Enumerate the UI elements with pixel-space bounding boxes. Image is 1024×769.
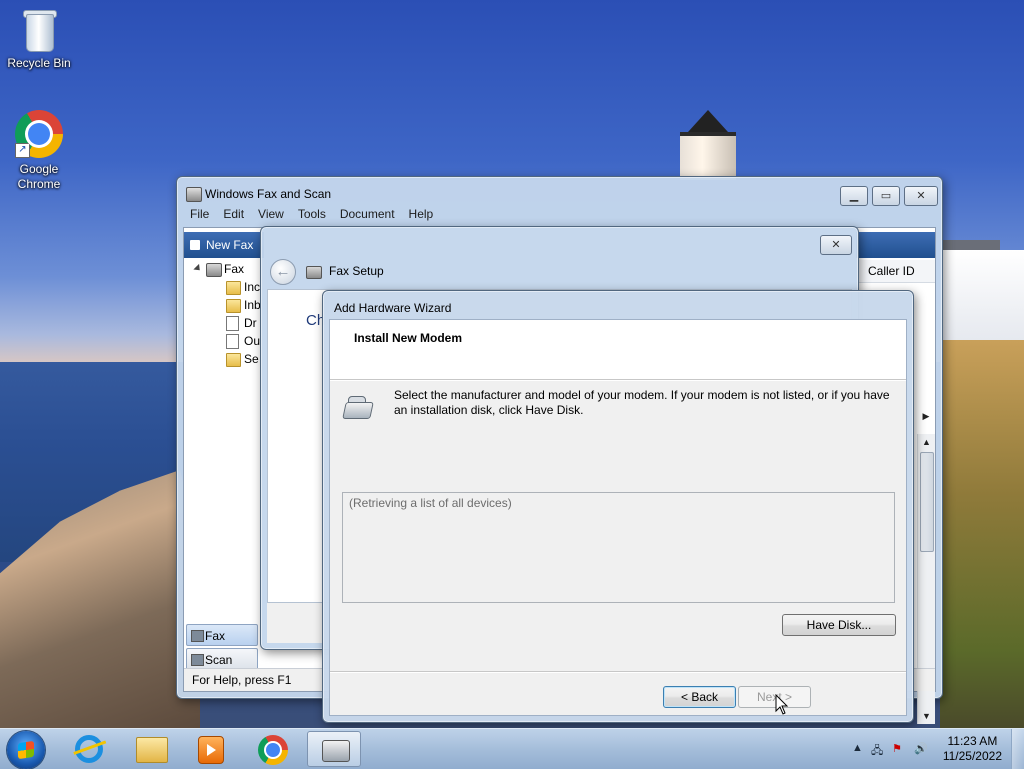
wizard-title: Add Hardware Wizard (334, 301, 452, 315)
media-player-icon (198, 736, 224, 764)
menu-edit[interactable]: Edit (216, 205, 251, 221)
minimize-button[interactable]: ▁ (840, 186, 868, 206)
action-center-flag-icon[interactable]: ⚑ (892, 742, 902, 755)
fax-and-scan-icon (322, 740, 350, 762)
menu-document[interactable]: Document (333, 205, 402, 221)
wizard-header: Install New Modem (330, 320, 906, 379)
fax-setup-title: Fax Setup (329, 264, 384, 278)
device-list-placeholder: (Retrieving a list of all devices) (349, 496, 512, 510)
wallpaper-house (940, 250, 1024, 340)
clock-date: 11/25/2022 (942, 749, 1002, 763)
chrome-icon (258, 735, 288, 765)
scrollbar-thumb[interactable] (920, 452, 934, 552)
wizard-instructions: Select the manufacturer and model of you… (394, 388, 890, 417)
toolbar-strip (856, 232, 935, 258)
sent-items-icon (226, 353, 241, 367)
start-button[interactable] (7, 731, 45, 769)
scan-icon (191, 654, 204, 666)
close-button[interactable]: ✕ (820, 235, 852, 255)
tree-item-incoming[interactable]: Inc (184, 278, 262, 296)
inbox-icon (226, 299, 241, 313)
folder-tree: Fax Inc Inb Dr Ou Se (184, 260, 262, 368)
clock-time: 11:23 AM (947, 734, 998, 748)
maximize-button[interactable]: ▭ (872, 186, 900, 206)
close-button[interactable]: ✕ (904, 186, 938, 206)
taskbar-file-explorer[interactable] (124, 731, 178, 767)
scroll-up-arrow-icon[interactable]: ▲ (918, 434, 935, 450)
fax-icon (306, 266, 322, 279)
expand-arrow-icon[interactable] (193, 263, 203, 274)
show-desktop-button[interactable] (1011, 729, 1024, 769)
tree-item-drafts[interactable]: Dr (184, 314, 262, 332)
nav-scan-button[interactable]: Scan (186, 648, 258, 670)
fax-window-icon (186, 187, 202, 202)
file-explorer-icon (136, 737, 168, 763)
show-hidden-icons-arrow-icon[interactable]: ▲ (852, 742, 863, 754)
taskbar-media-player[interactable] (184, 731, 238, 767)
header-divider (330, 379, 906, 381)
add-hardware-wizard-window[interactable]: Add Hardware Wizard Install New Modem Se… (322, 290, 914, 723)
wallpaper-lighthouse (668, 100, 746, 180)
menu-help[interactable]: Help (402, 205, 441, 221)
back-button[interactable]: < Back (663, 686, 736, 708)
windows-logo-icon (18, 740, 34, 760)
wizard-heading: Install New Modem (354, 331, 463, 345)
network-icon[interactable]: 🖧 (871, 742, 883, 761)
shortcut-arrow-icon: ↗ (15, 143, 30, 158)
desktop-icon-google-chrome[interactable]: ↗ Google Chrome (2, 110, 76, 192)
taskbar-fax-and-scan[interactable] (307, 731, 361, 767)
menu-tools[interactable]: Tools (291, 205, 333, 221)
recycle-bin-icon (22, 8, 57, 52)
taskbar-internet-explorer[interactable] (63, 731, 117, 767)
folder-icon (226, 281, 241, 295)
outbox-icon (226, 334, 239, 349)
menu-file[interactable]: File (183, 205, 216, 221)
wallpaper-grass (940, 340, 1024, 728)
back-arrow-icon[interactable]: ← (270, 259, 296, 285)
have-disk-button[interactable]: Have Disk... (782, 614, 896, 636)
system-tray: ▲ 🖧 ⚑ 🔊 11:23 AM 11/25/2022 (844, 729, 1024, 769)
fax-icon (206, 263, 222, 277)
mouse-cursor-icon (775, 694, 789, 715)
taskbar: ▲ 🖧 ⚑ 🔊 11:23 AM 11/25/2022 (0, 728, 1024, 769)
new-fax-label: New Fax (206, 238, 254, 252)
clock[interactable]: 11:23 AM 11/25/2022 (943, 734, 1002, 764)
fax-icon (191, 630, 204, 642)
new-fax-button[interactable]: New Fax (184, 232, 264, 258)
taskbar-chrome[interactable] (246, 731, 300, 767)
footer-divider (330, 671, 906, 673)
menu-view[interactable]: View (251, 205, 291, 221)
desktop-icon-label: Google Chrome (17, 162, 61, 191)
column-header-caller-id[interactable]: Caller ID (856, 260, 935, 283)
tree-item-outbox[interactable]: Ou (184, 332, 262, 350)
menu-bar: File Edit View Tools Document Help (183, 205, 936, 225)
tree-item-fax[interactable]: Fax (184, 260, 262, 278)
wizard-content: Install New Modem Select the manufacture… (329, 319, 907, 716)
desktop-icon-recycle-bin[interactable]: Recycle Bin (2, 8, 76, 71)
window-title: Windows Fax and Scan (205, 187, 332, 201)
tree-item-inbox[interactable]: Inb (184, 296, 262, 314)
drafts-icon (226, 316, 239, 331)
chrome-icon: ↗ (15, 110, 63, 158)
volume-icon[interactable]: 🔊 (914, 742, 928, 755)
tree-item-sent[interactable]: Se (184, 350, 262, 368)
scroll-right-arrow-icon[interactable]: ▶ (919, 408, 933, 424)
desktop-icon-label: Recycle Bin (7, 56, 71, 70)
internet-explorer-icon (75, 735, 103, 763)
modem-icon (342, 394, 374, 420)
device-list[interactable]: (Retrieving a list of all devices) (342, 492, 895, 603)
nav-fax-button[interactable]: Fax (186, 624, 258, 646)
new-fax-icon (190, 240, 200, 250)
scroll-down-arrow-icon[interactable]: ▼ (918, 708, 935, 724)
